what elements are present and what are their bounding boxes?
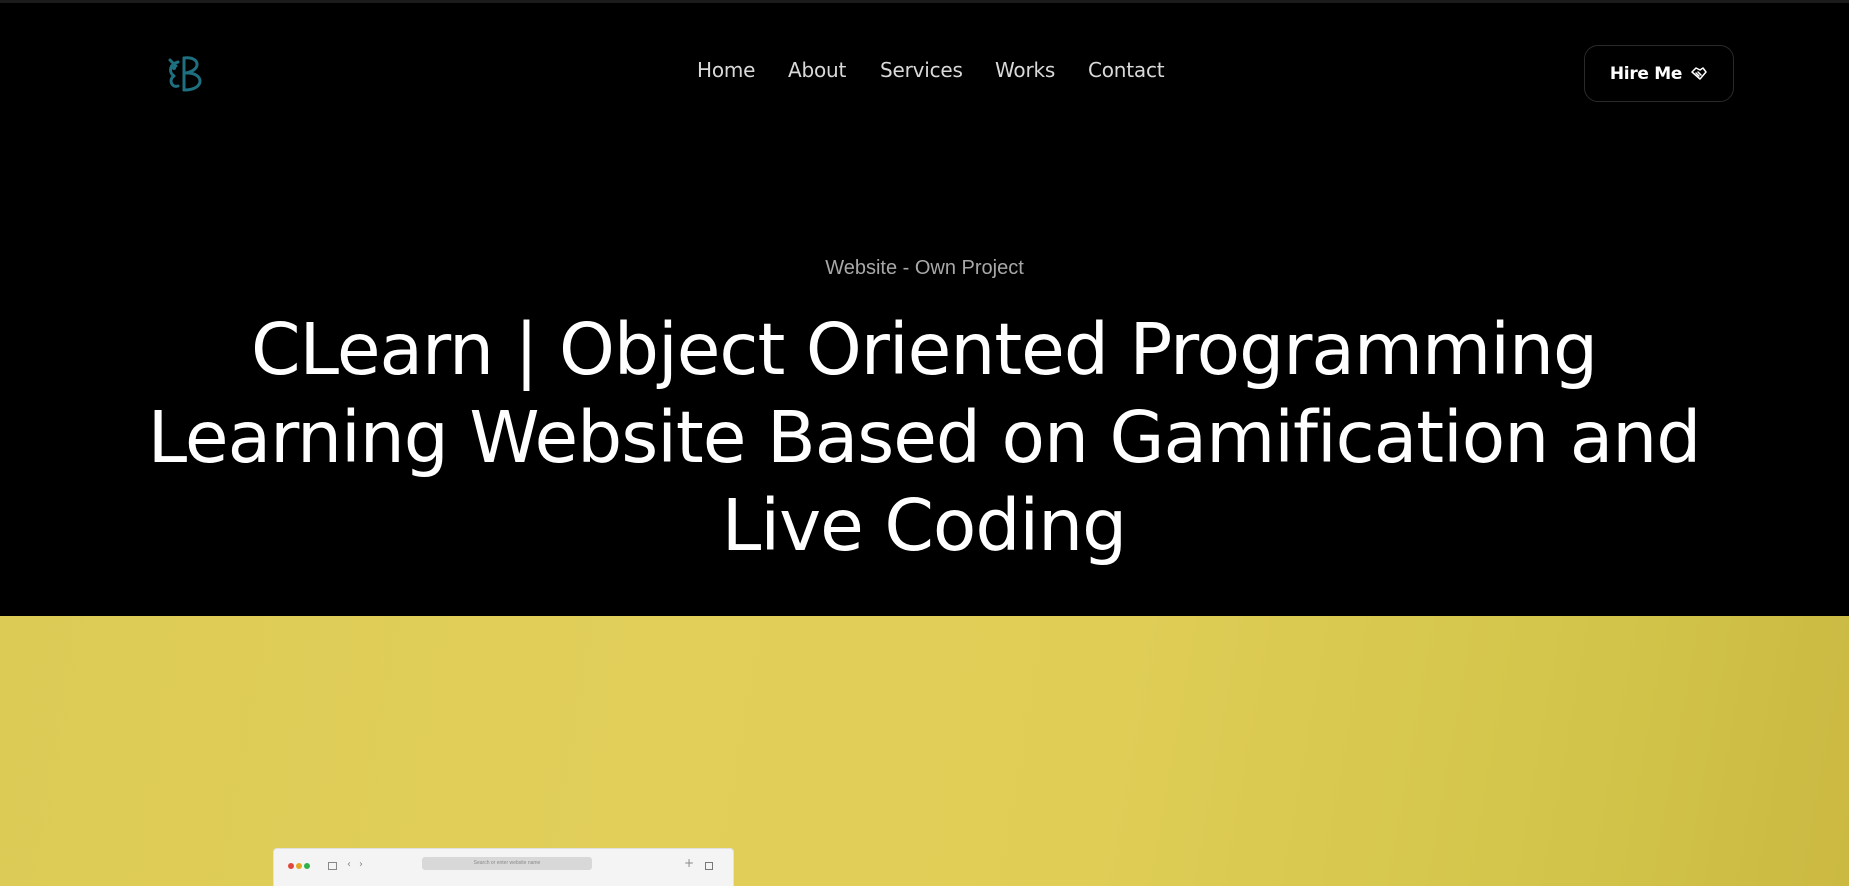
hire-me-button[interactable]: Hire Me (1584, 45, 1734, 102)
page-title: CLearn | Object Oriented Programming Lea… (147, 308, 1702, 567)
nav-works-link[interactable]: Works (995, 58, 1055, 82)
sidebar-icon (328, 862, 337, 870)
nav-services-link[interactable]: Services (880, 58, 963, 82)
tabs-overview-icon (705, 862, 713, 870)
page: Home About Services Works Contact Hire M… (0, 0, 1849, 886)
nav-home-link[interactable]: Home (697, 58, 755, 82)
hire-me-label: Hire Me (1609, 63, 1683, 84)
nav-contact-link[interactable]: Contact (1088, 58, 1165, 82)
project-category: Website - Own Project (825, 257, 1024, 279)
browser-url-bar: Search or enter website name (422, 857, 592, 870)
browser-mockup: ‹ › Search or enter website name + (273, 848, 734, 886)
minimize-dot-icon (296, 863, 302, 869)
main-nav: Home About Services Works Contact (0, 58, 1849, 88)
nav-about-link[interactable]: About (788, 58, 846, 82)
maximize-dot-icon (304, 863, 310, 869)
project-preview-section (0, 616, 1849, 886)
handshake-icon (1690, 65, 1708, 83)
back-icon: ‹ (347, 859, 351, 870)
close-dot-icon (288, 863, 294, 869)
site-header: Home About Services Works Contact Hire M… (0, 0, 1849, 150)
forward-icon: › (359, 859, 363, 870)
new-tab-icon: + (684, 856, 695, 870)
